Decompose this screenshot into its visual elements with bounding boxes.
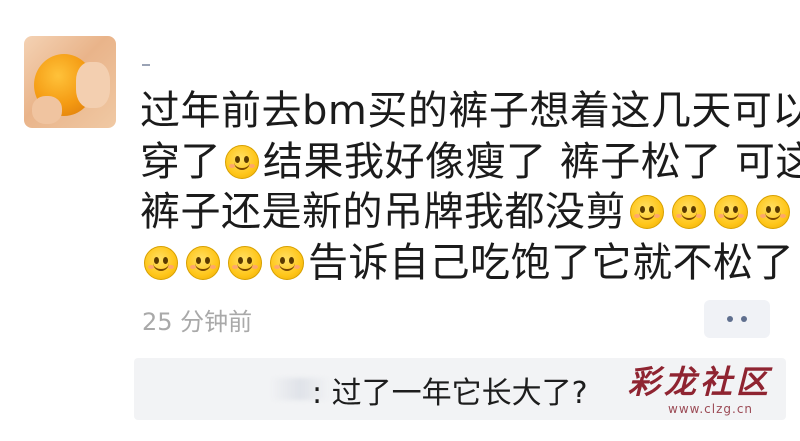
avatar[interactable] [24,36,116,128]
smiley-emoji-icon [756,195,790,230]
watermark-url: www.clzg.cn [668,402,754,416]
post-line: 穿了 结果我好像瘦了 裤子松了 可这 [140,137,800,188]
more-dot-icon [727,316,733,322]
post-text-segment: 结果我好像瘦了 裤子松了 可这 [263,138,800,185]
post-text-segment: 穿了 [140,138,221,185]
post-text-segment: 过年前去bm买的裤子想着这几天可以 [140,88,800,134]
post-line: 过年前去bm买的裤子想着这几天可以 [140,86,800,137]
post-line: 裤子还是新的吊牌我都没剪 [140,187,790,238]
smiley-emoji-icon [186,245,220,280]
post-text-segment: 裤子还是新的吊牌我都没剪 [140,189,626,235]
username-placeholder[interactable] [142,64,150,66]
post-content: 过年前去bm买的裤子想着这几天可以 穿了 结果我好像瘦了 裤子松了 可这 裤子还是新的… [140,86,800,289]
smiley-emoji-icon [630,195,664,230]
post-line: 告诉自己吃饱了它就不松了 [140,238,794,289]
avatar-hand-shape-2 [32,96,62,124]
smiley-emoji-icon [270,245,304,280]
post-timestamp: 25 分钟前 [142,308,253,336]
smiley-emoji-icon [144,245,178,280]
smiley-emoji-icon [228,245,262,280]
smiley-emoji-icon [225,144,259,179]
post-text-segment: 告诉自己吃饱了它就不松了 [308,239,794,286]
more-button[interactable] [704,300,770,338]
more-dot-icon [741,316,747,322]
smiley-emoji-icon [672,195,706,230]
comment-text: : 过了一年它长大了? [312,376,588,411]
site-watermark: 彩龙社区 www.clzg.cn [628,364,784,420]
avatar-hand-shape [76,62,110,108]
watermark-title: 彩龙社区 [628,363,773,401]
smiley-emoji-icon [714,195,748,230]
